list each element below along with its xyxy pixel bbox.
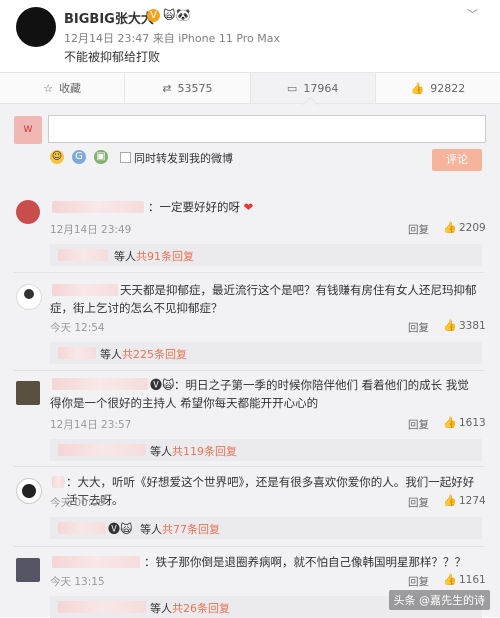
verified-badge-icon: V — [147, 9, 160, 22]
repost-button[interactable]: ⇄ 53575 — [125, 73, 251, 103]
reply-button[interactable]: 回复 — [408, 495, 429, 510]
sub-reply-names — [58, 347, 96, 359]
emoji-picker-icon[interactable]: ☺ — [50, 150, 64, 164]
comment-time: 今天 12:54 — [50, 322, 105, 334]
repost-icon: ⇄ — [162, 81, 172, 95]
repost-count: 53575 — [177, 81, 213, 95]
thumbs-up-icon[interactable]: 👍 — [443, 494, 457, 507]
post-source[interactable]: iPhone 11 Pro Max — [178, 32, 280, 45]
divider — [14, 370, 484, 371]
favorite-button[interactable]: ☆ 收藏 — [0, 73, 126, 103]
like-button[interactable]: 👍 92822 — [376, 73, 500, 103]
gif-icon[interactable]: G — [72, 150, 86, 164]
view-replies-link[interactable]: 共26条回复 — [172, 600, 230, 616]
sub-reply-prefix: 等人 — [100, 348, 122, 361]
action-bar: ☆ 收藏 ⇄ 53575 ▭ 17964 👍 92822 — [0, 72, 500, 104]
sub-reply-names — [58, 522, 106, 534]
sub-reply-prefix: 等人 — [150, 602, 172, 615]
sub-reply-prefix: 等人 — [140, 523, 162, 536]
comment-like-count: 3381 — [459, 320, 486, 332]
sub-reply-names — [58, 444, 146, 456]
comment-like-count: 2209 — [459, 222, 486, 234]
comment-like-count: 1161 — [459, 574, 486, 586]
reply-button[interactable]: 回复 — [408, 320, 429, 335]
thumbs-up-icon[interactable]: 👍 — [443, 573, 457, 586]
view-replies-link[interactable]: 共91条回复 — [136, 248, 194, 264]
sub-reply-names — [58, 601, 146, 613]
heart-icon: ❤ — [243, 200, 254, 214]
thumbs-up-icon[interactable]: 👍 — [443, 319, 457, 332]
view-replies-link[interactable]: 共77条回复 — [162, 521, 220, 537]
commenter-name[interactable] — [52, 476, 64, 488]
comment-text: ：明日之子第一季的时候你陪伴他们 看着他们的成长 我觉得你是一个很好的主持人 希… — [50, 378, 469, 410]
commenter-name[interactable] — [52, 556, 140, 568]
comment-time: 今天 00:06 — [50, 497, 105, 509]
sub-replies-row[interactable]: 🅥🙀 等人 共77条回复 — [50, 517, 482, 539]
author-avatar[interactable] — [16, 7, 56, 47]
comment-text: 天天都是抑郁症，最近流行这个是吧？有钱赚有房住有女人还尼玛抑郁症，街上乞讨的怎么… — [50, 283, 477, 315]
view-replies-link[interactable]: 共119条回复 — [172, 443, 237, 459]
comment-text: ：铁子那你倒是退圈养病啊，就不怕自己像韩国明星那样？？？ — [144, 555, 466, 569]
comment-text: ：一定要好好的呀 ❤ — [148, 200, 254, 214]
commenter-avatar[interactable] — [16, 478, 42, 504]
comment-time: 12月14日 23:57 — [50, 419, 132, 431]
watermark: 头条 @嘉先生的诗 — [388, 590, 490, 610]
sub-reply-prefix: 等人 — [150, 445, 172, 458]
reply-button[interactable]: 回复 — [408, 574, 429, 589]
sub-replies-row[interactable]: 等人 共225条回复 — [50, 342, 482, 364]
star-icon: ☆ — [43, 81, 54, 95]
comment-input[interactable] — [48, 115, 486, 143]
thumbs-up-icon[interactable]: 👍 — [443, 221, 457, 234]
commenter-avatar[interactable] — [16, 200, 40, 224]
post-menu-chevron-icon[interactable]: ﹀ — [467, 6, 478, 22]
image-upload-icon[interactable]: ▣ — [94, 150, 108, 164]
repost-checkbox-label[interactable]: 同时转发到我的微博 — [134, 150, 233, 166]
submit-comment-button[interactable]: 评论 — [432, 149, 482, 171]
post-meta: 12月14日 23:47 来自 iPhone 11 Pro Max — [64, 30, 280, 46]
my-avatar[interactable]: W — [14, 116, 42, 144]
divider — [14, 466, 484, 467]
view-replies-link[interactable]: 共225条回复 — [122, 346, 187, 362]
badge-icons: 🅥🙀 — [108, 522, 133, 536]
emoji-icons: 🙀🐼 — [163, 8, 191, 22]
divider — [14, 546, 484, 547]
sub-reply-prefix: 等人 — [114, 250, 136, 263]
source-prefix: 来自 — [152, 32, 175, 45]
post-text: 不能被抑郁给打败 — [64, 50, 161, 64]
comment-time: 12月14日 23:49 — [50, 224, 132, 236]
commenter-avatar[interactable] — [16, 284, 42, 310]
comment-time: 今天 13:15 — [50, 576, 105, 588]
favorite-label: 收藏 — [59, 82, 82, 95]
like-icon: 👍 — [410, 81, 425, 95]
post-timestamp[interactable]: 12月14日 23:47 — [64, 32, 149, 45]
author-username[interactable]: BIGBIG张大大 — [64, 8, 154, 27]
sub-reply-names — [58, 249, 108, 261]
sub-replies-row[interactable]: 等人 共91条回复 — [50, 244, 482, 266]
thumbs-up-icon[interactable]: 👍 — [443, 416, 457, 429]
divider — [14, 272, 484, 273]
reply-button[interactable]: 回复 — [408, 222, 429, 237]
comment-count: 17964 — [303, 81, 339, 95]
commenter-avatar[interactable] — [16, 381, 40, 405]
commenter-avatar[interactable] — [16, 558, 40, 582]
repost-checkbox[interactable] — [120, 152, 131, 163]
sub-replies-row[interactable]: 等人 共119条回复 — [50, 439, 482, 461]
comment-like-count: 1613 — [459, 417, 486, 429]
comment-icon: ▭ — [286, 81, 298, 95]
commenter-name[interactable] — [52, 201, 144, 213]
comment-like-count: 1274 — [459, 495, 486, 507]
reply-button[interactable]: 回复 — [408, 417, 429, 432]
like-count: 92822 — [430, 81, 466, 95]
